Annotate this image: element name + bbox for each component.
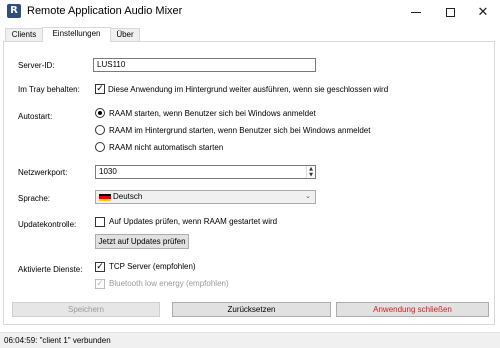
language-label: Sprache: (18, 194, 51, 203)
close-button[interactable]: ✕ (466, 0, 500, 24)
maximize-icon (445, 7, 455, 17)
ble-checkbox-label: Bluetooth low energy (empfohlen) (109, 279, 229, 288)
stepper-arrows-icon[interactable]: ▲ ▼ (306, 166, 315, 178)
status-bar: 06:04:59: "client 1" verbunden (0, 332, 500, 348)
window-title: Remote Application Audio Mixer (27, 5, 183, 17)
updates-label: Updatekontrolle: (18, 220, 77, 229)
server-id-label: Server-ID: (18, 61, 55, 70)
tab-clients[interactable]: Clients (5, 28, 43, 41)
check-icon: ✓ (96, 84, 104, 94)
autostart-radio-background[interactable] (95, 125, 105, 135)
autostart-option-label[interactable]: RAAM im Hintergrund starten, wenn Benutz… (109, 126, 370, 135)
title-bar: R Remote Application Audio Mixer ✕ (0, 0, 500, 24)
minimize-icon (411, 11, 421, 13)
port-label: Netzwerkport: (18, 168, 68, 177)
autostart-label: Autostart: (18, 112, 53, 121)
autostart-option-label[interactable]: RAAM nicht automatisch starten (109, 143, 223, 152)
services-label: Aktivierte Dienste: (18, 265, 83, 274)
close-icon: ✕ (477, 4, 489, 20)
tcp-checkbox-label[interactable]: TCP Server (empfohlen) (109, 262, 196, 271)
check-updates-button[interactable]: Jetzt auf Updates prüfen (95, 234, 189, 249)
save-button: Speichern (12, 302, 160, 317)
app-icon: R (7, 4, 21, 18)
tcp-checkbox[interactable]: ✓ (95, 262, 105, 272)
language-select[interactable]: Deutsch ⌄ (95, 190, 316, 204)
autostart-radio-start[interactable] (95, 108, 105, 118)
autostart-radio-none[interactable] (95, 142, 105, 152)
updates-checkbox-label[interactable]: Auf Updates prüfen, wenn RAAM gestartet … (109, 217, 277, 226)
check-icon: ✓ (96, 262, 104, 272)
tray-label: Im Tray behalten: (18, 85, 80, 94)
tab-einstellungen[interactable]: Einstellungen (42, 27, 111, 42)
language-value: Deutsch (113, 192, 143, 201)
port-stepper[interactable]: 1030 ▲ ▼ (95, 165, 316, 179)
updates-checkbox[interactable] (95, 217, 105, 227)
autostart-option-label[interactable]: RAAM starten, wenn Benutzer sich bei Win… (109, 109, 316, 118)
tray-checkbox[interactable]: ✓ (95, 84, 105, 94)
tray-checkbox-label[interactable]: Diese Anwendung im Hintergrund weiter au… (108, 85, 388, 94)
server-id-input[interactable]: LUS110 (93, 58, 316, 72)
minimize-button[interactable] (399, 0, 433, 24)
settings-panel: Server-ID: LUS110 Im Tray behalten: ✓ Di… (3, 41, 495, 325)
ble-checkbox: ✓ (95, 279, 105, 289)
maximize-button[interactable] (433, 0, 467, 24)
tab-ueber[interactable]: Über (110, 28, 140, 41)
status-text: 06:04:59: "client 1" verbunden (4, 336, 111, 345)
tab-bar: Clients Einstellungen Über (0, 27, 500, 42)
port-value: 1030 (99, 167, 117, 176)
reset-button[interactable]: Zurücksetzen (172, 302, 331, 317)
check-icon: ✓ (96, 279, 104, 289)
close-application-button[interactable]: Anwendung schließen (336, 302, 489, 317)
chevron-down-icon: ⌄ (305, 192, 311, 200)
german-flag-icon (99, 194, 111, 201)
